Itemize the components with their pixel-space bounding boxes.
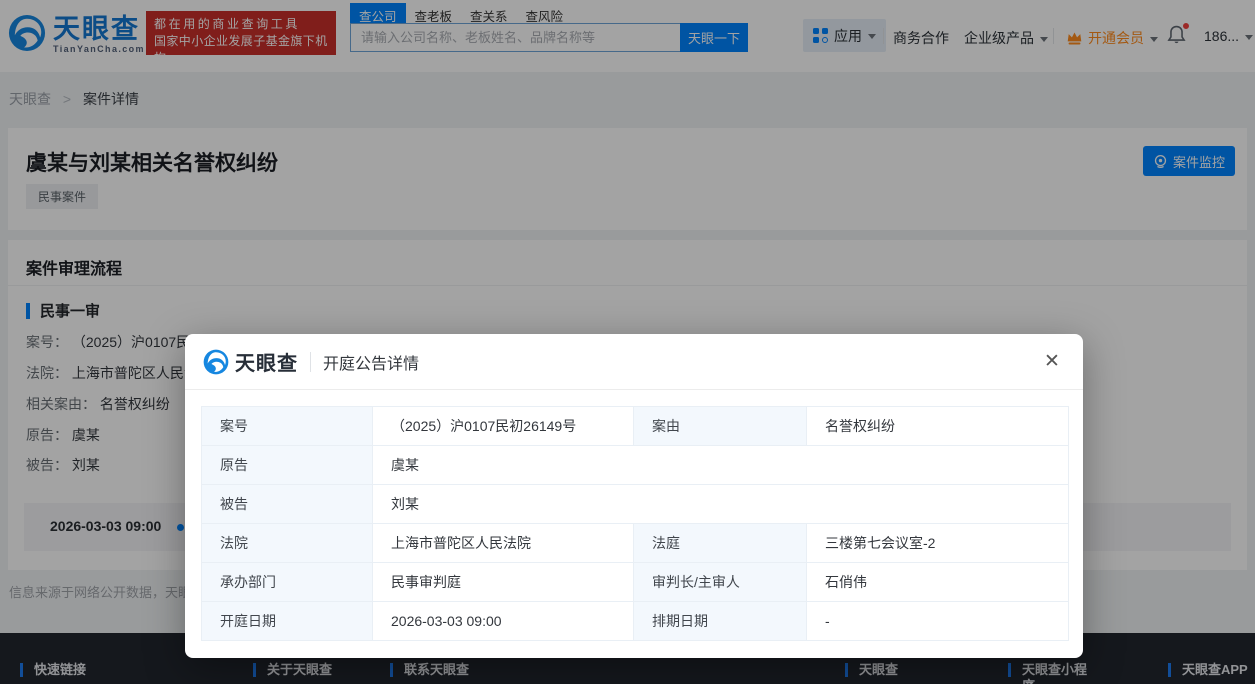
cell-label: 原告 <box>202 446 373 485</box>
hearing-detail-modal: 天眼查 开庭公告详情 ✕ 案号 （2025）沪0107民初26149号 案由 名… <box>185 334 1083 658</box>
cell-label: 开庭日期 <box>202 602 373 641</box>
table-row: 案号 （2025）沪0107民初26149号 案由 名誉权纠纷 <box>202 407 1069 446</box>
cell-label: 审判长/主审人 <box>634 563 807 602</box>
tianyancha-logo-icon <box>203 349 229 375</box>
modal-logo-title: 天眼查 <box>235 347 298 376</box>
cell-value: 三楼第七会议室-2 <box>807 524 1069 563</box>
cell-label: 案号 <box>202 407 373 446</box>
cell-value: 名誉权纠纷 <box>807 407 1069 446</box>
cell-value: - <box>807 602 1069 641</box>
cell-label: 法庭 <box>634 524 807 563</box>
cell-value: 刘某 <box>373 485 1069 524</box>
cell-value: 民事审判庭 <box>373 563 634 602</box>
table-row: 承办部门 民事审判庭 审判长/主审人 石俏伟 <box>202 563 1069 602</box>
table-row: 法院 上海市普陀区人民法院 法庭 三楼第七会议室-2 <box>202 524 1069 563</box>
table-row: 原告 虞某 <box>202 446 1069 485</box>
modal-title: 开庭公告详情 <box>323 350 419 374</box>
modal-header: 天眼查 开庭公告详情 ✕ <box>185 334 1083 390</box>
cell-value: （2025）沪0107民初26149号 <box>373 407 634 446</box>
cell-value: 虞某 <box>373 446 1069 485</box>
table-row: 被告 刘某 <box>202 485 1069 524</box>
cell-label: 被告 <box>202 485 373 524</box>
page: 天眼查 TianYanCha.com 都在用的商业查询工具 国家中小企业发展子基… <box>0 0 1255 684</box>
cell-label: 排期日期 <box>634 602 807 641</box>
cell-value: 上海市普陀区人民法院 <box>373 524 634 563</box>
modal-logo: 天眼查 <box>203 347 298 376</box>
cell-label: 承办部门 <box>202 563 373 602</box>
close-icon[interactable]: ✕ <box>1039 348 1065 374</box>
cell-label: 案由 <box>634 407 807 446</box>
table-row: 开庭日期 2026-03-03 09:00 排期日期 - <box>202 602 1069 641</box>
cell-value: 2026-03-03 09:00 <box>373 602 634 641</box>
cell-value: 石俏伟 <box>807 563 1069 602</box>
modal-title-divider <box>310 352 311 372</box>
cell-label: 法院 <box>202 524 373 563</box>
hearing-detail-table: 案号 （2025）沪0107民初26149号 案由 名誉权纠纷 原告 虞某 被告… <box>201 406 1069 641</box>
